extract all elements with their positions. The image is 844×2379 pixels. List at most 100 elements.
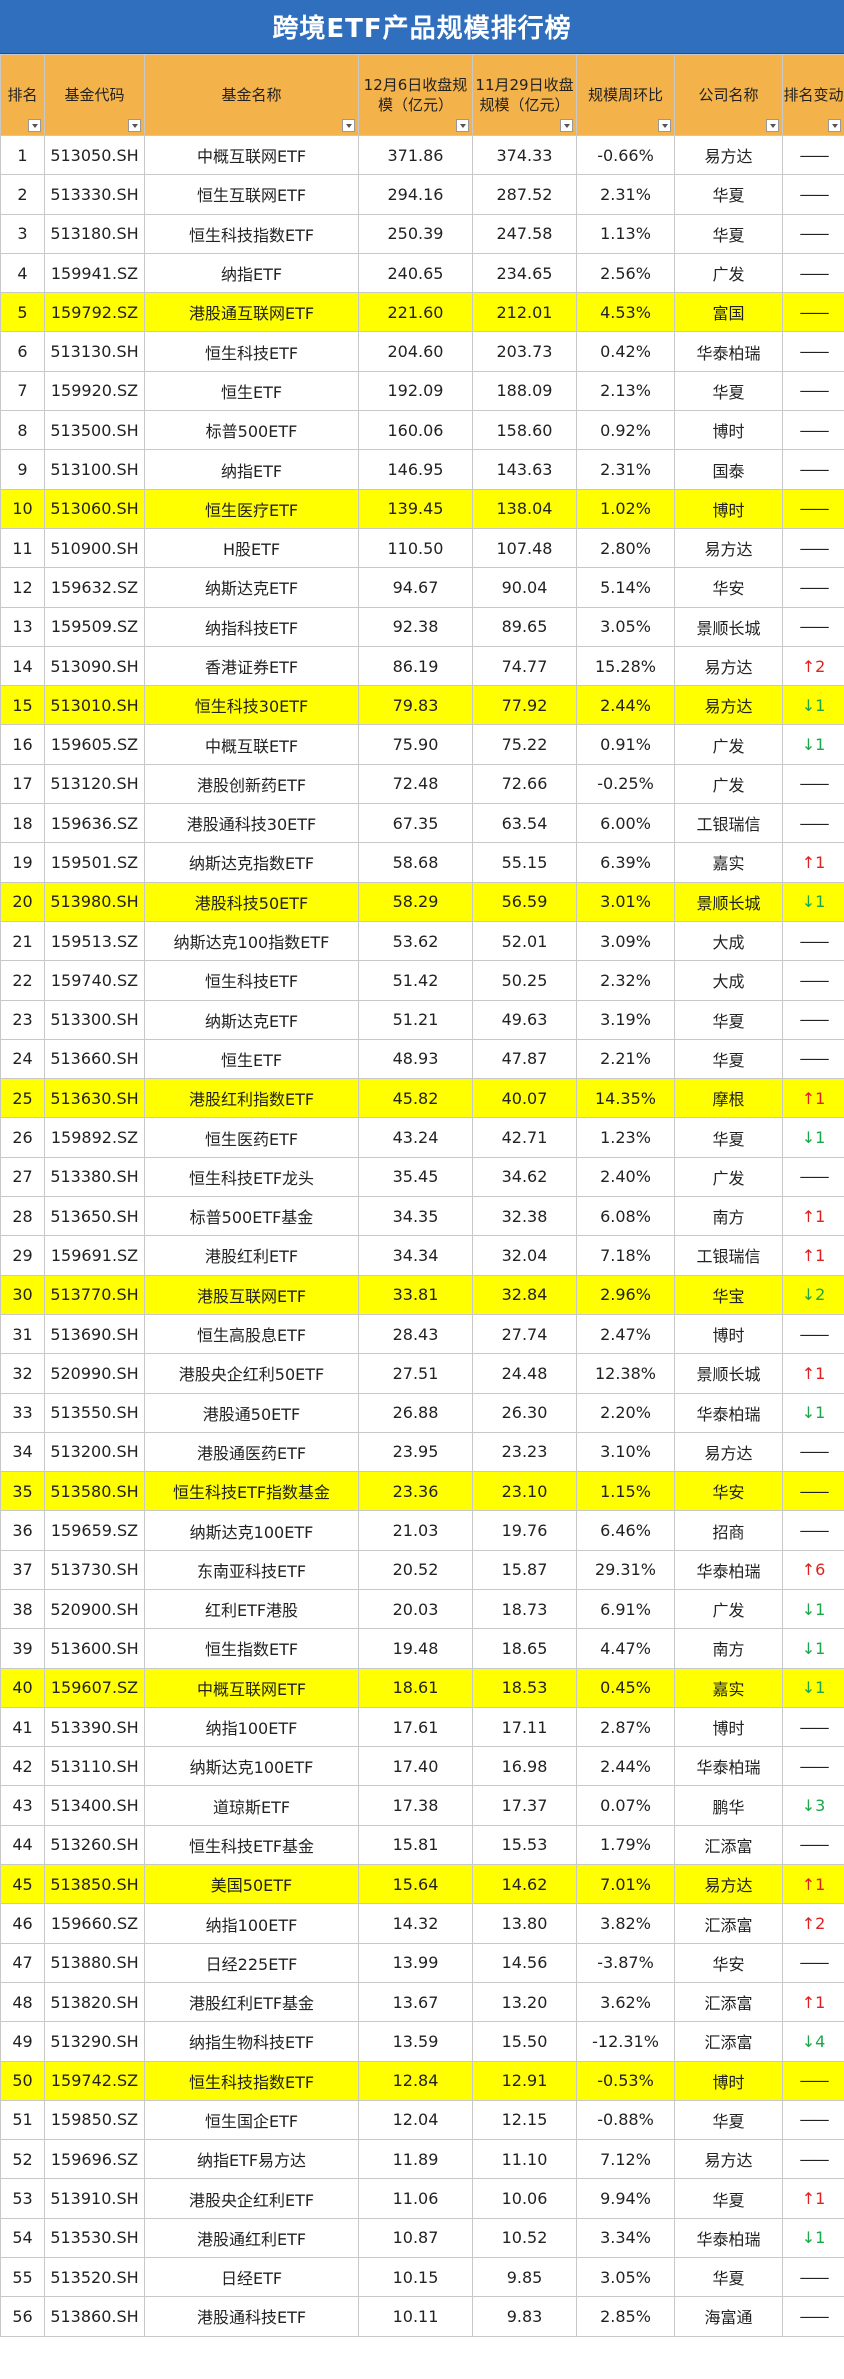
cell-code[interactable]: 513100.SH bbox=[44, 449, 145, 490]
table-row[interactable]: 4 159941.SZ 纳指ETF 240.65 234.65 2.56% 广发 —— bbox=[0, 252, 844, 294]
cell-wow[interactable]: 2.40% bbox=[576, 1156, 675, 1198]
cell-change[interactable]: ↓3 bbox=[782, 1785, 844, 1826]
cell-company[interactable]: 海富通 bbox=[674, 2296, 783, 2337]
cell-change[interactable]: ↑1 bbox=[782, 2178, 844, 2219]
cell-name[interactable]: 标普500ETF bbox=[144, 410, 359, 451]
table-row[interactable]: 40 159607.SZ 中概互联网ETF 18.61 18.53 0.45% 嘉实 ↓1 bbox=[0, 1667, 844, 1708]
cell-dec6[interactable]: 79.83 bbox=[358, 685, 473, 726]
cell-dec6[interactable]: 18.61 bbox=[358, 1667, 473, 1708]
cell-dec6[interactable]: 48.93 bbox=[358, 1038, 473, 1080]
cell-rank[interactable]: 25 bbox=[0, 1078, 45, 1119]
cell-nov29[interactable]: 77.92 bbox=[472, 685, 577, 726]
cell-wow[interactable]: 3.34% bbox=[576, 2217, 675, 2259]
cell-wow[interactable]: 0.92% bbox=[576, 410, 675, 451]
cell-rank[interactable]: 53 bbox=[0, 2178, 45, 2219]
cell-change[interactable]: ↑1 bbox=[782, 1196, 844, 1237]
table-row[interactable]: 55 513520.SH 日经ETF 10.15 9.85 3.05% 华夏 —— bbox=[0, 2257, 844, 2298]
cell-rank[interactable]: 24 bbox=[0, 1038, 45, 1080]
cell-company[interactable]: 广发 bbox=[674, 1588, 783, 1630]
filter-dropdown-icon[interactable] bbox=[766, 119, 779, 132]
cell-code[interactable]: 513120.SH bbox=[44, 763, 145, 805]
cell-name[interactable]: 纳指100ETF bbox=[144, 1903, 359, 1944]
cell-dec6[interactable]: 15.64 bbox=[358, 1864, 473, 1905]
table-row[interactable]: 20 513980.SH 港股科技50ETF 58.29 56.59 3.01% 景顺长城 ↓… bbox=[0, 881, 844, 922]
cell-dec6[interactable]: 20.52 bbox=[358, 1549, 473, 1590]
cell-code[interactable]: 513910.SH bbox=[44, 2178, 145, 2219]
cell-change[interactable]: —— bbox=[782, 2257, 844, 2298]
header-nov29[interactable]: 11月29日收盘规模（亿元） bbox=[472, 54, 577, 136]
cell-nov29[interactable]: 50.25 bbox=[472, 960, 577, 1001]
cell-change[interactable]: —— bbox=[782, 2296, 844, 2337]
cell-nov29[interactable]: 10.52 bbox=[472, 2217, 577, 2259]
table-row[interactable]: 8 513500.SH 标普500ETF 160.06 158.60 0.92% 博时 —— bbox=[0, 410, 844, 451]
cell-code[interactable]: 513850.SH bbox=[44, 1864, 145, 1905]
cell-wow[interactable]: 7.18% bbox=[576, 1235, 675, 1276]
cell-wow[interactable]: 2.32% bbox=[576, 960, 675, 1001]
cell-name[interactable]: 恒生科技ETF龙头 bbox=[144, 1156, 359, 1198]
cell-change[interactable]: —— bbox=[782, 252, 844, 294]
cell-rank[interactable]: 26 bbox=[0, 1117, 45, 1158]
table-row[interactable]: 30 513770.SH 港股互联网ETF 33.81 32.84 2.96% 华宝 ↓2 bbox=[0, 1274, 844, 1315]
cell-company[interactable]: 博时 bbox=[674, 488, 783, 529]
cell-company[interactable]: 华泰柏瑞 bbox=[674, 1746, 783, 1787]
cell-dec6[interactable]: 139.45 bbox=[358, 488, 473, 529]
cell-code[interactable]: 513650.SH bbox=[44, 1196, 145, 1237]
cell-nov29[interactable]: 63.54 bbox=[472, 803, 577, 844]
cell-name[interactable]: 恒生ETF bbox=[144, 370, 359, 412]
cell-company[interactable]: 华夏 bbox=[674, 370, 783, 412]
cell-name[interactable]: 纳指ETF bbox=[144, 449, 359, 490]
table-row[interactable]: 25 513630.SH 港股红利指数ETF 45.82 40.07 14.35% 摩根 ↑1 bbox=[0, 1078, 844, 1119]
cell-code[interactable]: 520900.SH bbox=[44, 1588, 145, 1630]
cell-nov29[interactable]: 27.74 bbox=[472, 1313, 577, 1355]
cell-code[interactable]: 513690.SH bbox=[44, 1313, 145, 1355]
cell-code[interactable]: 513180.SH bbox=[44, 213, 145, 254]
cell-name[interactable]: 纳指ETF bbox=[144, 252, 359, 294]
cell-rank[interactable]: 2 bbox=[0, 174, 45, 215]
cell-rank[interactable]: 8 bbox=[0, 410, 45, 451]
cell-change[interactable]: —— bbox=[782, 134, 844, 176]
cell-code[interactable]: 159632.SZ bbox=[44, 567, 145, 608]
cell-company[interactable]: 华夏 bbox=[674, 2257, 783, 2298]
header-dec6[interactable]: 12月6日收盘规模（亿元） bbox=[358, 54, 473, 136]
cell-company[interactable]: 易方达 bbox=[674, 1431, 783, 1473]
cell-wow[interactable]: 6.46% bbox=[576, 1510, 675, 1551]
cell-nov29[interactable]: 13.80 bbox=[472, 1903, 577, 1944]
table-row[interactable]: 29 159691.SZ 港股红利ETF 34.34 32.04 7.18% 工银瑞信 ↑1 bbox=[0, 1235, 844, 1276]
cell-rank[interactable]: 48 bbox=[0, 1981, 45, 2023]
cell-wow[interactable]: 2.44% bbox=[576, 1746, 675, 1787]
cell-rank[interactable]: 38 bbox=[0, 1588, 45, 1630]
table-row[interactable]: 26 159892.SZ 恒生医药ETF 43.24 42.71 1.23% 华夏 ↓1 bbox=[0, 1117, 844, 1158]
cell-code[interactable]: 513580.SH bbox=[44, 1471, 145, 1512]
cell-change[interactable]: —— bbox=[782, 1746, 844, 1787]
cell-change[interactable]: ↓2 bbox=[782, 1274, 844, 1315]
cell-name[interactable]: 港股红利ETF基金 bbox=[144, 1981, 359, 2023]
cell-dec6[interactable]: 14.32 bbox=[358, 1903, 473, 1944]
cell-wow[interactable]: 2.47% bbox=[576, 1313, 675, 1355]
cell-wow[interactable]: 5.14% bbox=[576, 567, 675, 608]
cell-code[interactable]: 513980.SH bbox=[44, 881, 145, 922]
cell-dec6[interactable]: 221.60 bbox=[358, 292, 473, 333]
cell-dec6[interactable]: 21.03 bbox=[358, 1510, 473, 1551]
cell-dec6[interactable]: 17.38 bbox=[358, 1785, 473, 1826]
cell-rank[interactable]: 9 bbox=[0, 449, 45, 490]
cell-change[interactable]: ↑2 bbox=[782, 645, 844, 687]
cell-wow[interactable]: -0.53% bbox=[576, 2060, 675, 2101]
cell-wow[interactable]: 9.94% bbox=[576, 2178, 675, 2219]
cell-name[interactable]: H股ETF bbox=[144, 527, 359, 569]
cell-change[interactable]: —— bbox=[782, 1471, 844, 1512]
cell-change[interactable]: ↓1 bbox=[782, 1117, 844, 1158]
cell-nov29[interactable]: 12.91 bbox=[472, 2060, 577, 2101]
cell-nov29[interactable]: 40.07 bbox=[472, 1078, 577, 1119]
cell-dec6[interactable]: 371.86 bbox=[358, 134, 473, 176]
cell-dec6[interactable]: 12.04 bbox=[358, 2099, 473, 2141]
cell-code[interactable]: 159605.SZ bbox=[44, 724, 145, 765]
cell-name[interactable]: 港股通50ETF bbox=[144, 1392, 359, 1433]
cell-wow[interactable]: 2.85% bbox=[576, 2296, 675, 2337]
cell-code[interactable]: 513010.SH bbox=[44, 685, 145, 726]
cell-wow[interactable]: -0.88% bbox=[576, 2099, 675, 2141]
cell-company[interactable]: 华泰柏瑞 bbox=[674, 2217, 783, 2259]
cell-code[interactable]: 513110.SH bbox=[44, 1746, 145, 1787]
cell-name[interactable]: 港股央企红利50ETF bbox=[144, 1353, 359, 1394]
cell-name[interactable]: 恒生高股息ETF bbox=[144, 1313, 359, 1355]
cell-nov29[interactable]: 16.98 bbox=[472, 1746, 577, 1787]
